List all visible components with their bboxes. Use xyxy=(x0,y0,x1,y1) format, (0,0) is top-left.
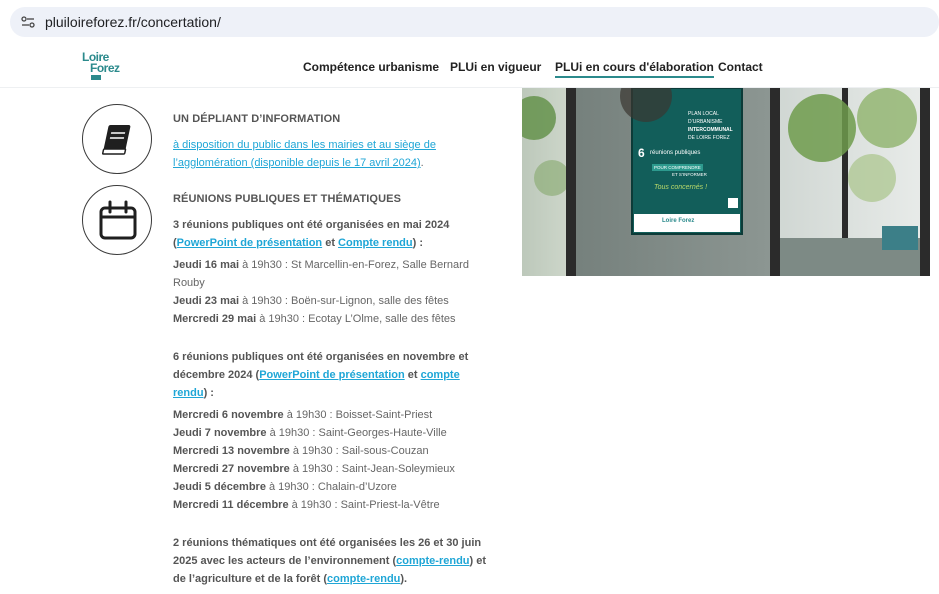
logo-line2: Forez xyxy=(90,61,120,75)
nav-item-plui-en-vigueur[interactable]: PLUi en vigueur xyxy=(450,60,541,74)
poster-reunions: réunions publiques xyxy=(650,150,701,156)
novdec-list: Mercredi 6 novembre à 19h30 : Boisset-Sa… xyxy=(173,406,486,514)
novdec-item-rest: à 19h30 : Boisset-Saint-Priest xyxy=(283,409,433,421)
novdec-item-rest: à 19h30 : Chalain-d’Uzore xyxy=(265,481,397,493)
mai-item-date: Mercredi 29 mai xyxy=(173,313,257,325)
depliant-heading: UN DÉPLIANT D’INFORMATION xyxy=(173,113,341,125)
thematiques-paragraph: 2 réunions thématiques ont été organisée… xyxy=(173,534,486,588)
mai-item-rest: à 19h30 : St Marcellin-en-Forez, Salle B… xyxy=(239,259,469,271)
mai-close: ) : xyxy=(412,237,423,249)
calendar-icon-circle xyxy=(82,185,152,255)
depliant-section: UN DÉPLIANT D’INFORMATION à disposition … xyxy=(173,110,436,172)
poster-logo: Loire Forez xyxy=(662,218,695,224)
novdec-powerpoint-link[interactable]: PowerPoint de présentation xyxy=(259,369,404,381)
thema-line2-pre: 2025 avec les acteurs de l’environnement… xyxy=(173,555,397,567)
novdec-item-date: Mercredi 27 novembre xyxy=(173,463,290,475)
browser-address-bar: pluiloireforez.fr/concertation/ xyxy=(0,0,939,44)
site-logo[interactable]: Loire Forez xyxy=(82,50,130,80)
poster-tous: Tous concernés ! xyxy=(654,184,708,191)
novdec-item-rest: à 19h30 : Saint-Priest-la-Vêtre xyxy=(288,499,440,511)
mai-item: Jeudi 16 mai à 19h30 : St Marcellin-en-F… xyxy=(173,256,486,274)
novdec-item-date: Mercredi 6 novembre xyxy=(173,409,284,421)
thema-line2-post: ) et xyxy=(469,555,487,567)
mai-list: Jeudi 16 mai à 19h30 : St Marcellin-en-F… xyxy=(173,256,486,328)
mai-intro: 3 réunions publiques ont été organisées … xyxy=(173,216,486,252)
novdec-intro: 6 réunions publiques ont été organisées … xyxy=(173,348,486,402)
novdec-intro-line1: 6 réunions publiques ont été organisées … xyxy=(173,351,469,363)
poster-pour: POUR COMPRENDRE xyxy=(652,164,703,171)
poster-line1: PLAN LOCAL xyxy=(688,111,719,117)
thema-environnement-link[interactable]: compte-rendu xyxy=(396,555,469,567)
poster-title: PLAN LOCAL D’URBANISME INTERCOMMUNAL DE … xyxy=(688,110,733,142)
nav-item-competence[interactable]: Compétence urbanisme xyxy=(303,60,439,74)
url-field[interactable]: pluiloireforez.fr/concertation/ xyxy=(10,7,939,37)
poster-line4: DE LOIRE FOREZ xyxy=(688,135,730,141)
poster: PLAN LOCAL D’URBANISME INTERCOMMUNAL DE … xyxy=(632,88,742,234)
nav-item-plui-elaboration[interactable]: PLUi en cours d'élaboration xyxy=(555,60,714,78)
booklet-icon-circle xyxy=(82,104,152,174)
poster-photo: PLAN LOCAL D’URBANISME INTERCOMMUNAL DE … xyxy=(522,88,930,276)
mai-item-date: Jeudi 16 mai xyxy=(173,259,240,271)
novdec-close: ) : xyxy=(203,387,214,399)
novdec-item: Mercredi 27 novembre à 19h30 : Saint-Jea… xyxy=(173,460,486,478)
depliant-link-1[interactable]: à disposition du public dans les mairies… xyxy=(173,139,436,151)
mai-compte-rendu-link[interactable]: Compte rendu xyxy=(338,237,413,249)
calendar-icon xyxy=(99,200,137,240)
novdec-item: Jeudi 5 décembre à 19h30 : Chalain-d’Uzo… xyxy=(173,478,486,496)
site-nav: Loire Forez Compétence urbanisme PLUi en… xyxy=(0,44,939,88)
novdec-item: Jeudi 7 novembre à 19h30 : Saint-Georges… xyxy=(173,424,486,442)
novdec-item: Mercredi 11 décembre à 19h30 : Saint-Pri… xyxy=(173,496,486,514)
novdec-item-rest: à 19h30 : Sail-sous-Couzan xyxy=(289,445,429,457)
novdec-intro-pre: décembre 2024 ( xyxy=(173,369,260,381)
mai-item: Mercredi 29 mai à 19h30 : Ecotay L’Olme,… xyxy=(173,310,486,328)
novdec-compte-rendu-link-2[interactable]: rendu xyxy=(173,387,204,399)
novdec-compte-rendu-link[interactable]: compte xyxy=(421,369,460,381)
mai-item-rest: Rouby xyxy=(173,277,205,289)
poster-line2: D’URBANISME xyxy=(688,119,723,125)
depliant-body: à disposition du public dans les mairies… xyxy=(173,136,436,172)
mai-item-date: Jeudi 23 mai xyxy=(173,295,240,307)
novdec-item: Mercredi 13 novembre à 19h30 : Sail-sous… xyxy=(173,442,486,460)
novdec-and: et xyxy=(404,369,421,381)
thema-line1: 2 réunions thématiques ont été organisée… xyxy=(173,537,482,549)
mai-item-rest: à 19h30 : Ecotay L’Olme, salle des fêtes xyxy=(256,313,456,325)
novdec-item: Mercredi 6 novembre à 19h30 : Boisset-Sa… xyxy=(173,406,486,424)
novdec-item-date: Mercredi 11 décembre xyxy=(173,499,289,511)
mai-item: Rouby xyxy=(173,274,486,292)
mai-and: et xyxy=(322,237,339,249)
reunions-section: RÉUNIONS PUBLIQUES ET THÉMATIQUES 3 réun… xyxy=(173,190,486,588)
novdec-item-rest: à 19h30 : Saint-Georges-Haute-Ville xyxy=(266,427,447,439)
mai-item: Jeudi 23 mai à 19h30 : Boën-sur-Lignon, … xyxy=(173,292,486,310)
poster-et: ET S’INFORMER xyxy=(672,172,707,177)
mai-item-rest: à 19h30 : Boën-sur-Lignon, salle des fêt… xyxy=(239,295,449,307)
thema-line3-post: ). xyxy=(400,573,408,585)
poster-qr-code xyxy=(728,198,738,208)
poster-number: 6 xyxy=(638,146,645,160)
novdec-item-date: Mercredi 13 novembre xyxy=(173,445,290,457)
logo-mark xyxy=(91,75,101,80)
site-settings-icon[interactable] xyxy=(20,15,36,29)
mai-intro-line1: 3 réunions publiques ont été organisées … xyxy=(173,219,450,231)
novdec-item-date: Jeudi 5 décembre xyxy=(173,481,266,493)
thema-agriculture-link[interactable]: compte-rendu xyxy=(327,573,400,585)
booklet-icon xyxy=(102,125,131,155)
mai-powerpoint-link[interactable]: PowerPoint de présentation xyxy=(177,237,322,249)
reunions-heading: RÉUNIONS PUBLIQUES ET THÉMATIQUES xyxy=(173,193,401,205)
poster-line3: INTERCOMMUNAL xyxy=(688,127,733,133)
novdec-item-rest: à 19h30 : Saint-Jean-Soleymieux xyxy=(289,463,455,475)
depliant-link-2[interactable]: l’agglomération (disponible depuis le 17… xyxy=(173,157,421,169)
url-text: pluiloireforez.fr/concertation/ xyxy=(45,14,221,30)
novdec-item-date: Jeudi 7 novembre xyxy=(173,427,267,439)
nav-item-contact[interactable]: Contact xyxy=(718,60,763,74)
thema-line3-pre: de l’agriculture et de la forêt ( xyxy=(173,573,328,585)
depliant-tail: . xyxy=(420,157,424,169)
